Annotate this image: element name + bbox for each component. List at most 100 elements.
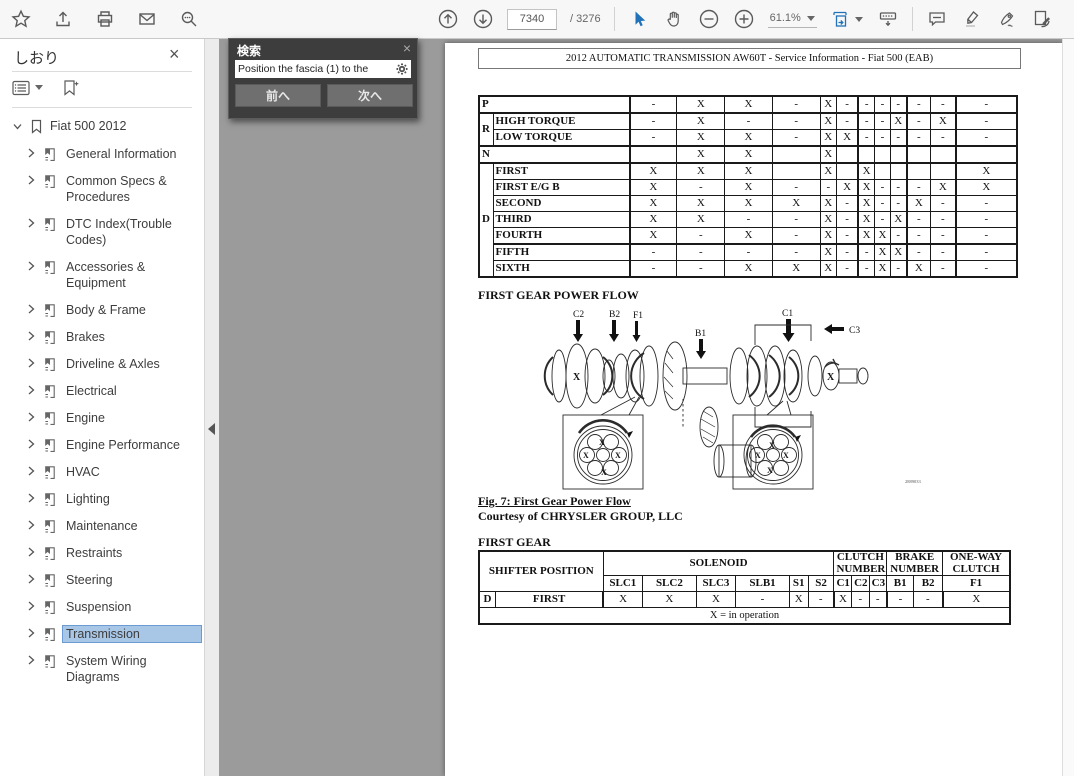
sidebar-item-maintenance[interactable]: Maintenance [0,518,204,534]
chevron-down-icon [807,16,815,21]
operation-mark-cell: - [914,592,943,608]
sidebar-item-system-wiring-diagrams[interactable]: System Wiring Diagrams [0,653,204,685]
chevron-right-icon [26,519,36,531]
gear-mark-cell: - [907,212,931,228]
fit-page-button[interactable] [830,8,864,30]
sidebar-item-dtc-index-trouble-codes[interactable]: DTC Index(Trouble Codes) [0,216,204,248]
collapse-panel-icon[interactable] [208,423,215,435]
gear-table-row: DFIRSTXXXXXX [479,163,1017,180]
gear-mark-cell: X [820,196,836,212]
gear-mark-cell: X [858,163,874,180]
gear-mark-cell: - [772,212,820,228]
sidebar-item-restraints[interactable]: Restraints [0,545,204,561]
sidebar-item-engine-performance[interactable]: Engine Performance [0,437,204,453]
sidebar-item-brakes[interactable]: Brakes [0,329,204,345]
gear-mark-cell: - [931,261,956,278]
gear-mark-cell: - [858,244,874,261]
select-tool-button[interactable] [628,8,650,30]
sidebar-item-label: Brakes [63,329,201,345]
bookmark-item-icon [42,654,57,669]
document-viewport: 2012 AUTOMATIC TRANSMISSION AW60T - Serv… [219,38,1062,776]
highlight-tool-button[interactable] [961,8,983,30]
sidebar-item-steering[interactable]: Steering [0,572,204,588]
favorites-star-icon[interactable] [10,8,32,30]
gear-mark-cell: - [725,212,772,228]
gear-mark-cell: - [956,261,1017,278]
page-up-button[interactable] [437,8,459,30]
gear-mark-cell: - [836,196,858,212]
gear-sub-cell: LOW TORQUE [493,130,630,147]
gear-mark-cell: X [725,261,772,278]
sidebar-item-body-frame[interactable]: Body & Frame [0,302,204,318]
sidebar-item-common-specs-procedures[interactable]: Common Specs & Procedures [0,173,204,205]
operation-mark-cell: X [789,592,808,608]
gear-mark-cell: X [725,146,772,163]
hand-tool-button[interactable] [663,8,685,30]
shifter-position-cell: FIRST [496,592,604,608]
search-input[interactable] [235,60,395,78]
gear-sub-cell: SIXTH [493,261,630,278]
search-options-gear-icon[interactable] [395,62,409,76]
gear-mark-cell: - [874,130,890,147]
gear-mark-cell: - [874,196,890,212]
zoom-level-select[interactable]: 61.1% [768,10,817,28]
gear-mark-cell: X [725,196,772,212]
chevron-right-icon [26,492,36,504]
edit-pdf-button[interactable] [1031,8,1053,30]
sidebar-item-driveline-axles[interactable]: Driveline & Axles [0,356,204,372]
gear-letter-cell: D [479,163,493,277]
gear-mark-cell: X [874,261,890,278]
sidebar-item-accessories-equipment[interactable]: Accessories & Equipment [0,259,204,291]
column-group-header: SOLENOID [603,551,834,576]
close-icon[interactable]: × [403,40,411,56]
gear-letter-cell: P [479,96,630,113]
bookmark-options-button[interactable] [12,80,43,96]
fill-sign-button[interactable] [996,8,1018,30]
search-next-button[interactable]: 次へ [327,84,413,107]
sidebar-item-electrical[interactable]: Electrical [0,383,204,399]
gear-mark-cell: X [820,96,836,113]
zoom-in-button[interactable] [733,8,755,30]
print-icon[interactable] [94,8,116,30]
gear-mark-cell: - [772,180,820,196]
sidebar-item-lighting[interactable]: Lighting [0,491,204,507]
search-icon[interactable] [178,8,200,30]
gear-mark-cell: - [907,244,931,261]
pdf-page: 2012 AUTOMATIC TRANSMISSION AW60T - Serv… [445,43,1062,776]
sidebar-item-transmission[interactable]: Transmission [0,626,204,642]
gear-mark-cell: X [890,212,906,228]
gear-mark-cell: X [725,163,772,180]
gear-mark-cell: - [907,113,931,130]
gear-mark-cell [907,146,931,163]
chevron-down-icon [855,17,863,22]
close-icon[interactable]: × [169,45,180,63]
courtesy-line: Courtesy of CHRYSLER GROUP, LLC [478,509,683,524]
gear-mark-cell: - [890,96,906,113]
vertical-scrollbar[interactable] [1062,38,1074,776]
toolbar-toggle-button[interactable] [877,8,899,30]
gear-mark-cell: X [820,113,836,130]
operation-mark-cell: - [852,592,870,608]
email-icon[interactable] [136,8,158,30]
comment-tool-button[interactable] [926,8,948,30]
shifter-gear-cell: D [479,592,496,608]
gear-sub-cell: HIGH TORQUE [493,113,630,130]
gear-mark-cell: - [890,196,906,212]
power-flow-heading: FIRST GEAR POWER FLOW [478,288,639,303]
new-bookmark-button[interactable] [61,79,81,96]
gear-mark-cell: X [725,228,772,245]
gear-mark-cell: - [956,130,1017,147]
page-number-input[interactable] [507,9,557,30]
search-prev-button[interactable]: 前へ [235,84,321,107]
sidebar-item-suspension[interactable]: Suspension [0,599,204,615]
gear-sub-cell: FOURTH [493,228,630,245]
bookmark-root-fiat-500-2012[interactable]: Fiat 500 2012 [0,112,204,140]
sidebar-item-hvac[interactable]: HVAC [0,464,204,480]
gear-mark-cell: X [630,180,677,196]
sidebar-item-engine[interactable]: Engine [0,410,204,426]
zoom-out-button[interactable] [698,8,720,30]
share-upload-icon[interactable] [52,8,74,30]
toolbar-divider [912,7,913,31]
sidebar-item-general-information[interactable]: General Information [0,146,204,162]
page-down-button[interactable] [472,8,494,30]
